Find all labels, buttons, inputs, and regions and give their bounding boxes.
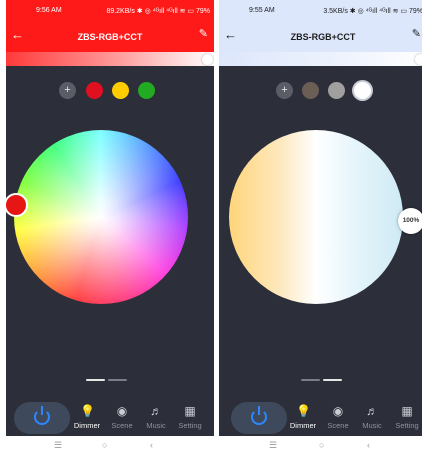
preset-color-swatch[interactable]: [138, 82, 155, 99]
nav-dimmer[interactable]: 💡 Dimmer: [69, 402, 105, 436]
scene-icon: ◉: [332, 404, 344, 418]
nav-music-label: Music: [362, 421, 382, 430]
device-title: ZBS-RGB+CCT: [77, 32, 143, 42]
nav-setting-label: Setting: [178, 421, 202, 430]
brightness-handle[interactable]: 100%: [398, 208, 422, 234]
nav-dimmer[interactable]: 💡 Dimmer: [285, 402, 321, 436]
system-navigation-bar: ☰ ○ ‹: [6, 436, 214, 455]
settings-grid-icon: ▦: [401, 404, 413, 418]
nav-music[interactable]: ♬ Music: [138, 402, 174, 436]
nav-scene-label: Scene: [111, 421, 133, 430]
nav-scene-label: Scene: [327, 421, 349, 430]
status-bar: 9:56 AM 89.2KB/s ✱ ◎ ⁴ᴳıll ⁴ᴳıll ≋ ▭ 79%: [6, 0, 214, 22]
home-icon[interactable]: ○: [319, 440, 324, 450]
nav-setting[interactable]: ▦ Setting: [172, 402, 208, 436]
music-icon: ♬: [366, 404, 378, 418]
brightness-slider-thumb[interactable]: [202, 54, 213, 65]
page-indicator: [108, 379, 127, 381]
nav-setting[interactable]: ▦ Setting: [389, 402, 422, 436]
nav-dimmer-label: Dimmer: [73, 421, 101, 430]
page-indicator-active: [86, 379, 105, 381]
preset-cct-swatch-selected[interactable]: [354, 82, 371, 99]
status-time: 9:55 AM: [249, 7, 275, 14]
status-bar: 9:55 AM 3.5KB/s ✱ ◎ ⁴ᴳıll ⁴ᴳıll ≋ ▭ 79%: [219, 0, 422, 22]
bottom-navigation: 💡 Dimmer ◉ Scene ♬ Music ▦ Setting: [6, 400, 214, 436]
nav-scene[interactable]: ◉ Scene: [104, 402, 140, 436]
preset-color-swatch[interactable]: [112, 82, 129, 99]
menu-icon[interactable]: ☰: [269, 440, 277, 451]
app-header: ← ZBS-RGB+CCT ✎: [219, 22, 422, 52]
add-color-button[interactable]: +: [276, 82, 293, 99]
brightness-slider[interactable]: [6, 52, 214, 66]
bulb-icon: 💡: [296, 404, 311, 418]
preset-cct-swatch[interactable]: [328, 82, 345, 99]
page-indicator-active: [323, 379, 342, 381]
bulb-icon: 💡: [80, 404, 95, 418]
scene-icon: ◉: [116, 404, 128, 418]
add-color-button[interactable]: +: [59, 82, 76, 99]
cct-color-temperature-wheel[interactable]: [229, 130, 403, 304]
nav-scene[interactable]: ◉ Scene: [320, 402, 356, 436]
back-icon[interactable]: ‹: [367, 440, 370, 450]
nav-music-label: Music: [146, 421, 166, 430]
home-icon[interactable]: ○: [102, 440, 107, 450]
nav-music[interactable]: ♬ Music: [354, 402, 390, 436]
nav-dimmer-label: Dimmer: [289, 421, 317, 430]
color-picker-handle[interactable]: [4, 193, 28, 217]
settings-grid-icon: ▦: [184, 404, 196, 418]
system-navigation-bar: ☰ ○ ‹: [219, 436, 422, 455]
app-header: ← ZBS-RGB+CCT ✎: [6, 22, 214, 52]
status-indicators: 3.5KB/s ✱ ◎ ⁴ᴳıll ⁴ᴳıll ≋ ▭ 79%: [323, 8, 422, 15]
brightness-slider[interactable]: [219, 52, 422, 66]
brightness-slider-thumb[interactable]: [415, 54, 422, 65]
status-time: 9:56 AM: [36, 7, 62, 14]
edit-icon[interactable]: ✎: [412, 29, 421, 40]
status-indicators: 89.2KB/s ✱ ◎ ⁴ᴳıll ⁴ᴳıll ≋ ▭ 79%: [106, 8, 210, 15]
preset-color-swatch[interactable]: [86, 82, 103, 99]
back-icon[interactable]: ‹: [150, 440, 153, 450]
menu-icon[interactable]: ☰: [54, 440, 62, 451]
nav-setting-label: Setting: [395, 421, 419, 430]
power-button[interactable]: [231, 402, 287, 434]
device-title: ZBS-RGB+CCT: [290, 32, 356, 42]
bottom-navigation: 💡 Dimmer ◉ Scene ♬ Music ▦ Setting: [219, 400, 422, 436]
edit-icon[interactable]: ✎: [199, 29, 208, 40]
preset-cct-swatch[interactable]: [302, 82, 319, 99]
music-icon: ♬: [150, 404, 162, 418]
page-indicator: [301, 379, 320, 381]
rgb-color-wheel[interactable]: [14, 130, 188, 304]
power-button[interactable]: [14, 402, 70, 434]
